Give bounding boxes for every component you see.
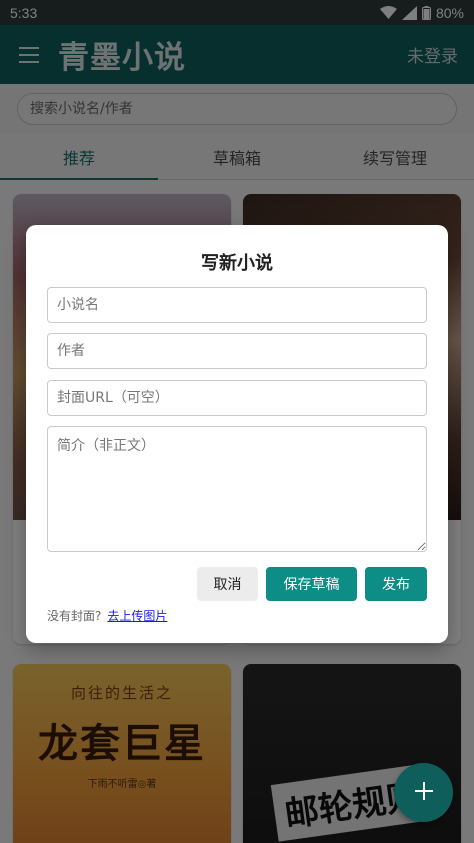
cover-url-field[interactable] (47, 380, 427, 416)
cover-hint: 没有封面? 去上传图片 (47, 607, 167, 624)
add-novel-fab[interactable] (394, 763, 453, 822)
novel-name-field[interactable] (47, 287, 427, 323)
intro-field[interactable] (47, 426, 427, 552)
new-novel-dialog: 写新小说 取消 保存草稿 发布 没有封面? 去上传图片 (26, 225, 448, 643)
dialog-title: 写新小说 (201, 253, 273, 274)
cancel-button[interactable]: 取消 (197, 567, 258, 601)
save-draft-button[interactable]: 保存草稿 (266, 567, 357, 601)
hint-text: 没有封面? (47, 609, 102, 623)
publish-button[interactable]: 发布 (365, 567, 427, 601)
author-field[interactable] (47, 333, 427, 369)
upload-image-link[interactable]: 去上传图片 (107, 607, 167, 624)
plus-icon (414, 781, 434, 805)
